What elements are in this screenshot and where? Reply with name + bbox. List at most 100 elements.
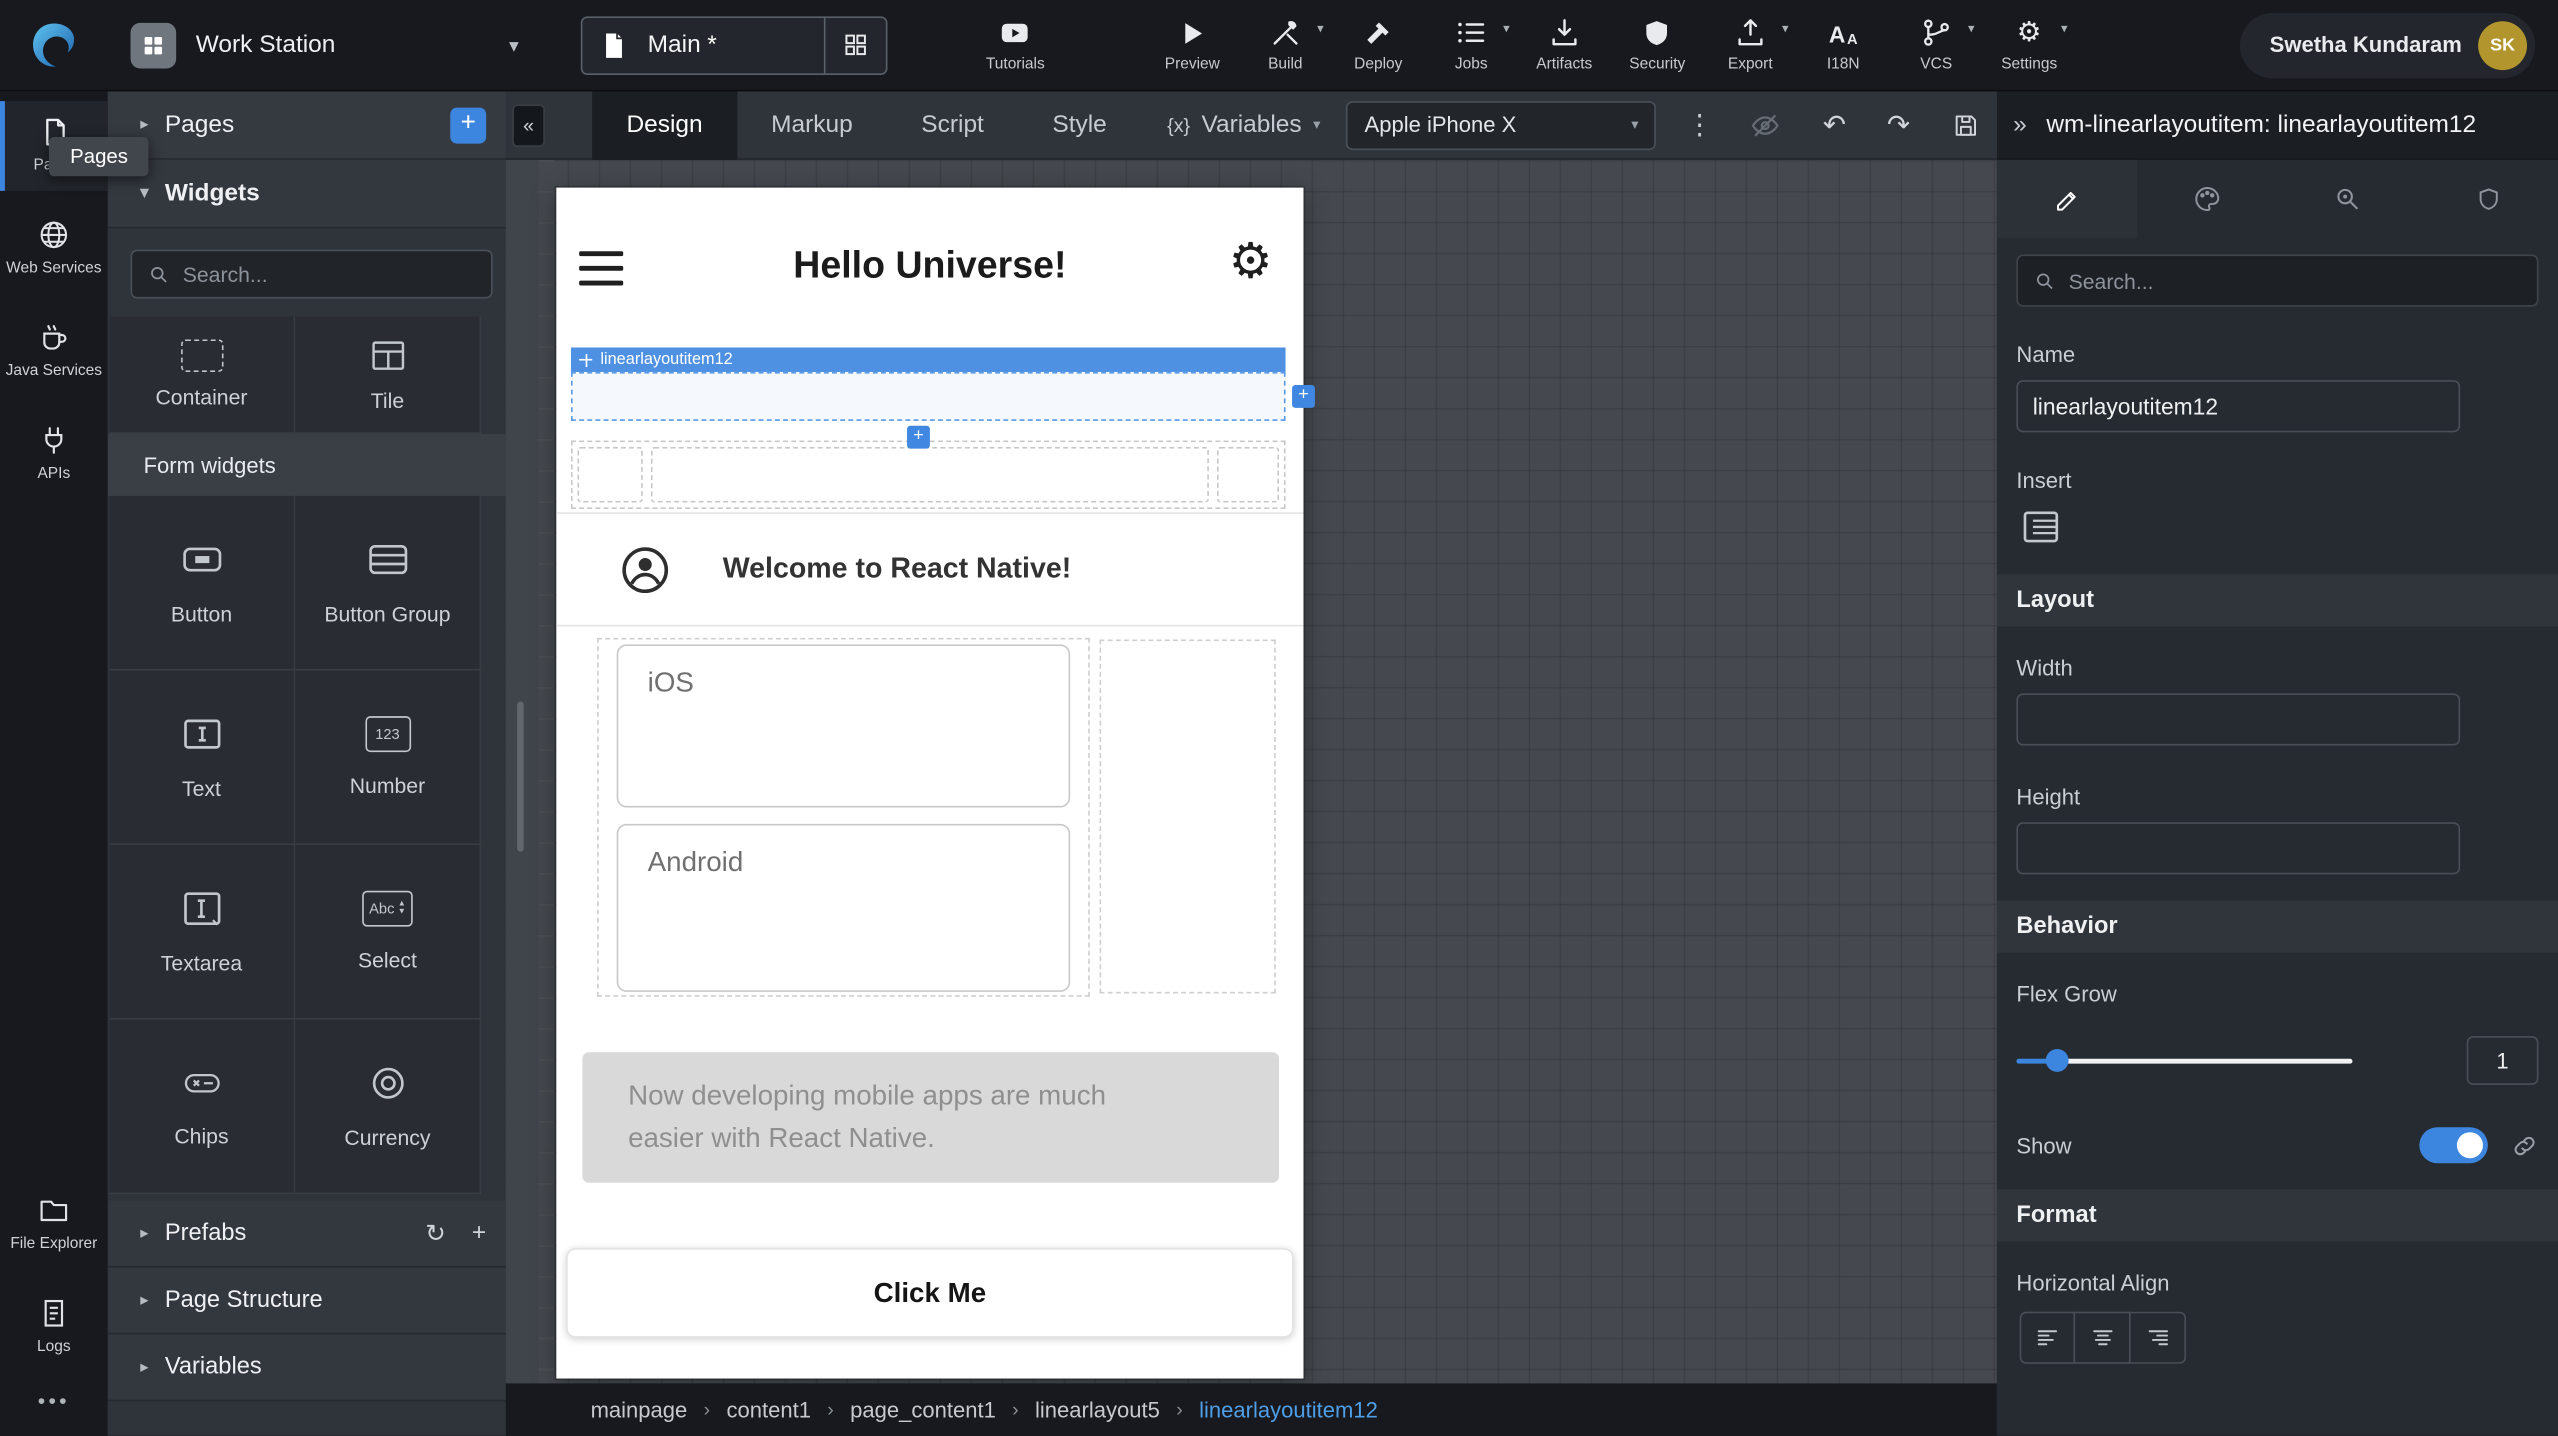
breadcrumb-item-active[interactable]: linearlayoutitem12 xyxy=(1199,1397,1378,1421)
name-input[interactable] xyxy=(2016,380,2460,432)
property-search[interactable] xyxy=(2016,254,2538,306)
app-logo-icon[interactable] xyxy=(0,0,108,91)
security-button[interactable]: Security xyxy=(1611,17,1704,72)
section-layout[interactable]: Layout xyxy=(1997,574,2558,626)
dashboard-grid-icon[interactable] xyxy=(824,15,886,74)
ios-list-item[interactable]: iOS xyxy=(617,644,1071,807)
insert-right-button[interactable]: + xyxy=(1292,385,1315,408)
tab-properties[interactable] xyxy=(1997,160,2137,238)
project-tab[interactable]: Main* xyxy=(581,15,888,74)
section-behavior[interactable]: Behavior xyxy=(1997,901,2558,953)
expand-panel-icon[interactable]: » xyxy=(2013,111,2027,139)
preview-eye-icon[interactable] xyxy=(1750,108,1783,141)
settings-button[interactable]: ▾ ⚙ Settings xyxy=(1983,16,2076,73)
show-toggle[interactable] xyxy=(2419,1127,2488,1163)
placeholder-cell[interactable] xyxy=(578,447,643,502)
sidebar-item-java-services[interactable]: Java Services xyxy=(0,306,108,396)
align-center-button[interactable] xyxy=(2075,1312,2130,1364)
deploy-button[interactable]: Deploy xyxy=(1332,17,1425,72)
magnifier-gear-icon xyxy=(2333,184,2362,213)
device-select[interactable]: Apple iPhone X ▾ xyxy=(1347,100,1657,149)
insert-below-button[interactable]: + xyxy=(907,426,930,449)
sidebar-item-apis[interactable]: APIs xyxy=(0,409,108,499)
widget-currency[interactable]: Currency xyxy=(295,1020,481,1195)
artifacts-button[interactable]: Artifacts xyxy=(1518,16,1611,73)
more-options-icon[interactable]: ••• xyxy=(0,1372,108,1436)
user-menu[interactable]: Swetha Kundaram SK xyxy=(2240,12,2535,77)
phone-page-title[interactable]: Hello Universe! xyxy=(556,243,1303,287)
sidebar-item-file-explorer[interactable]: File Explorer xyxy=(0,1180,108,1270)
i18n-button[interactable]: AA I18N xyxy=(1797,16,1890,73)
build-button[interactable]: ▾ Build xyxy=(1239,16,1332,73)
section-format[interactable]: Format xyxy=(1997,1189,2558,1241)
tab-inspector[interactable] xyxy=(2277,160,2417,238)
insert-linearlayout-icon[interactable] xyxy=(2020,506,2558,548)
workspace-switcher[interactable]: Work Station ▾ xyxy=(131,22,519,68)
collapse-panel-button[interactable]: « xyxy=(512,104,545,146)
widget-search-input[interactable] xyxy=(183,262,475,286)
layout-placeholder-row[interactable] xyxy=(571,440,1286,509)
page-structure-accordion-header[interactable]: ▸ Page Structure xyxy=(108,1268,506,1335)
placeholder-cell[interactable] xyxy=(651,447,1209,502)
widget-search[interactable] xyxy=(131,250,493,299)
widget-number[interactable]: 123 Number xyxy=(295,671,481,846)
breadcrumb-item[interactable]: linearlayout5 xyxy=(1035,1397,1160,1421)
pages-accordion-header[interactable]: ▸ Pages + xyxy=(108,91,506,160)
widget-button-group[interactable]: Button Group xyxy=(295,496,481,671)
gear-icon[interactable]: ⚙ xyxy=(1229,237,1273,289)
panel-scrollbar[interactable] xyxy=(517,702,524,852)
tab-styles[interactable] xyxy=(2137,160,2277,238)
export-button[interactable]: ▾ Export xyxy=(1704,16,1797,73)
selection-label-bar[interactable]: linearlayoutitem12 xyxy=(571,347,1286,371)
placeholder-cell[interactable] xyxy=(1217,447,1279,502)
breadcrumb-item[interactable]: page_content1 xyxy=(850,1397,996,1421)
flex-grow-value[interactable]: 1 xyxy=(2467,1036,2539,1085)
widgets-accordion-header[interactable]: ▾ Widgets xyxy=(108,160,506,229)
jobs-button[interactable]: ▾ Jobs xyxy=(1425,16,1518,73)
device-select-value: Apple iPhone X xyxy=(1365,113,1517,137)
widget-select[interactable]: Abc▲▼ Select xyxy=(295,845,481,1020)
property-search-input[interactable] xyxy=(2069,268,2521,292)
variables-button[interactable]: {x} Variables ▾ xyxy=(1167,111,1320,139)
widget-textarea[interactable]: Textarea xyxy=(109,845,295,1020)
tab-markup[interactable]: Markup xyxy=(737,91,887,160)
tab-script[interactable]: Script xyxy=(887,91,1018,160)
align-left-button[interactable] xyxy=(2020,1312,2075,1364)
variables-accordion-header[interactable]: ▸ Variables xyxy=(108,1334,506,1401)
selected-linearlayoutitem[interactable] xyxy=(571,372,1286,421)
refresh-icon[interactable]: ↻ xyxy=(425,1219,446,1248)
add-prefab-icon[interactable]: + xyxy=(472,1219,486,1248)
widget-container[interactable]: Container xyxy=(109,316,295,433)
sidebar-item-web-services[interactable]: Web Services xyxy=(0,204,108,294)
breadcrumb-item[interactable]: content1 xyxy=(726,1397,811,1421)
widget-tile[interactable]: Tile xyxy=(295,316,481,433)
tab-style[interactable]: Style xyxy=(1018,91,1141,160)
bind-link-icon[interactable] xyxy=(2511,1131,2539,1159)
slider-thumb[interactable] xyxy=(2046,1049,2069,1072)
height-input[interactable] xyxy=(2016,822,2460,874)
align-right-button[interactable] xyxy=(2131,1312,2186,1364)
note-panel[interactable]: Now developing mobile apps are much easi… xyxy=(582,1052,1279,1183)
flex-grow-slider[interactable] xyxy=(2016,1049,2352,1072)
breadcrumb-item[interactable]: mainpage xyxy=(591,1397,688,1421)
add-page-button[interactable]: + xyxy=(450,107,486,143)
widget-text[interactable]: Text xyxy=(109,671,295,846)
prefabs-accordion-header[interactable]: ▸ Prefabs ↻+ xyxy=(108,1201,506,1268)
save-icon[interactable] xyxy=(1951,110,1980,139)
preview-button[interactable]: Preview xyxy=(1146,17,1239,72)
empty-column-outline[interactable] xyxy=(1100,640,1276,994)
tab-security[interactable] xyxy=(2418,160,2558,238)
redo-icon[interactable]: ↷ xyxy=(1887,108,1910,141)
tutorials-button[interactable]: Tutorials xyxy=(963,16,1067,73)
sidebar-item-logs[interactable]: Logs xyxy=(0,1282,108,1372)
widget-chips[interactable]: Chips xyxy=(109,1020,295,1195)
welcome-text[interactable]: Welcome to React Native! xyxy=(723,551,1072,585)
vcs-button[interactable]: ▾ VCS xyxy=(1890,16,1983,73)
android-list-item[interactable]: Android xyxy=(617,824,1071,992)
width-input[interactable] xyxy=(2016,693,2460,745)
click-me-button[interactable]: Click Me xyxy=(566,1248,1294,1338)
tab-design[interactable]: Design xyxy=(592,91,737,160)
widget-button[interactable]: Button xyxy=(109,496,295,671)
undo-icon[interactable]: ↶ xyxy=(1823,108,1846,141)
kebab-menu-icon[interactable]: ⋮ xyxy=(1686,108,1714,141)
